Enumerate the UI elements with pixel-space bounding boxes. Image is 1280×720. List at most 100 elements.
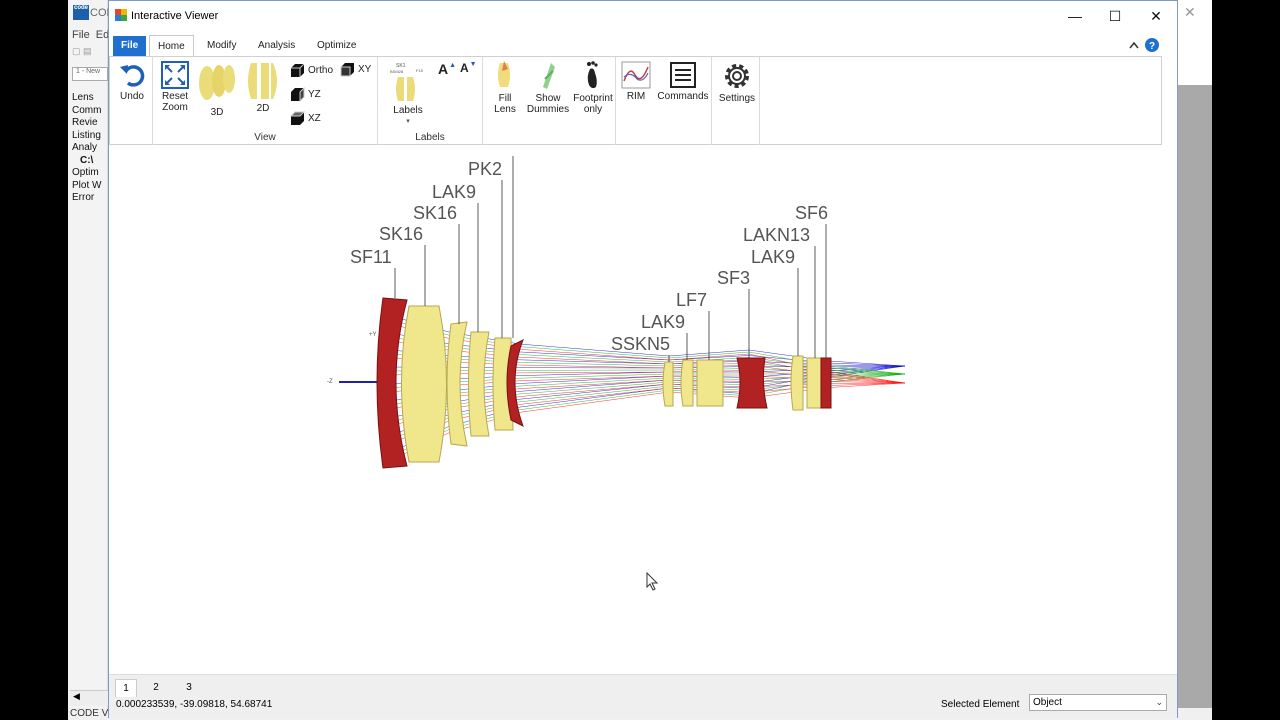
lens-2d-icon: [248, 63, 277, 99]
undo-icon: [120, 65, 145, 87]
labels-group: SK1 BSM28 F15 Labels ▾ A ▲ A ▼ Labels: [378, 57, 483, 145]
view-3d-button[interactable]: 3D: [195, 61, 239, 118]
lens-element-lak9-3[interactable]: [790, 355, 804, 411]
tree-item[interactable]: Analy: [72, 142, 101, 155]
yz-button[interactable]: YZ: [290, 87, 321, 102]
show-dummies-label-1: Show: [535, 93, 561, 104]
cube-ortho-icon: [291, 63, 305, 77]
background-tree: Lens Comm Revie Listing Analy C:\ Optim …: [72, 92, 101, 205]
selected-element-value: Object: [1033, 697, 1062, 708]
help-icon[interactable]: ?: [1145, 38, 1159, 52]
selected-element-select[interactable]: Object ⌄: [1029, 694, 1167, 711]
title-bar[interactable]: Interactive Viewer — ☐ ✕: [109, 1, 1177, 31]
svg-text:?: ?: [1149, 41, 1155, 52]
app-icon: [115, 9, 127, 21]
cube-xz-icon: [290, 111, 305, 125]
mouse-cursor-icon: [646, 572, 659, 591]
lens-element-sskn5[interactable]: [662, 361, 674, 407]
undo-button[interactable]: Undo: [115, 61, 149, 102]
lens-element-sf6[interactable]: [820, 357, 832, 409]
show-dummies-button[interactable]: Show Dummies: [523, 59, 573, 115]
rim-plot-icon: [621, 61, 651, 89]
tab-analysis[interactable]: Analysis: [250, 35, 303, 57]
xy-label: XY: [358, 64, 372, 75]
lens-element-sk16-1[interactable]: [401, 305, 447, 463]
tab-modify[interactable]: Modify: [199, 35, 244, 57]
svg-text:BSM28: BSM28: [390, 69, 404, 74]
collapse-ribbon-icon[interactable]: [1129, 41, 1139, 49]
footprint-label-1: Footprint: [573, 93, 613, 104]
view-tab-1[interactable]: 1: [115, 679, 137, 697]
y-axis-label: +Y: [369, 332, 377, 338]
tab-file[interactable]: File: [113, 36, 147, 56]
tools-group: RIM Commands: [616, 57, 712, 145]
labels-group-label: Labels: [415, 132, 445, 143]
ribbon-tabs: File Home Modify Analysis Optimize ?: [109, 31, 1177, 57]
lens-element-lak9[interactable]: [468, 331, 490, 437]
up-arrow-icon: ▲: [449, 61, 457, 69]
rim-button[interactable]: RIM: [618, 61, 654, 102]
lens-material-label: SK16: [413, 203, 457, 223]
labels-label: Labels: [393, 105, 423, 116]
fill-lens-label-2: Lens: [494, 104, 516, 115]
settings-label: Settings: [718, 93, 756, 104]
lens-material-label: SK16: [379, 224, 423, 244]
code-v-logo: code: [73, 5, 89, 20]
display-group: Fill Lens Show Dummies Footprint only: [483, 57, 616, 145]
background-toolbar: ▢ ▤: [72, 46, 92, 56]
selected-element-label: Selected Element: [941, 699, 1020, 710]
minimize-button[interactable]: —: [1054, 5, 1096, 27]
font-size-increase-button[interactable]: A ▲: [438, 61, 456, 77]
view-tab-3[interactable]: 3: [178, 679, 200, 697]
tree-item[interactable]: C:\: [72, 155, 101, 168]
reset-zoom-button[interactable]: Reset Zoom: [155, 61, 195, 113]
xz-button[interactable]: XZ: [290, 111, 321, 126]
tree-item[interactable]: Comm: [72, 105, 101, 118]
footprint-only-button[interactable]: Footprint only: [571, 59, 615, 115]
font-size-decrease-button[interactable]: A ▼: [460, 61, 477, 76]
tree-item[interactable]: Lens: [72, 92, 101, 105]
background-close-icon[interactable]: ✕: [1184, 4, 1196, 21]
footprint-icon: [587, 61, 598, 89]
view-tab-2[interactable]: 2: [145, 679, 167, 697]
lens-layout-drawing[interactable]: -Z +Y SF11SK16SK16LAK9PK2SSKN5LAK9LF7SF3…: [109, 146, 1177, 674]
bottom-bar: 1 2 3 0.000233539, -39.09818, 54.68741 S…: [109, 674, 1177, 718]
close-button[interactable]: ✕: [1135, 5, 1177, 27]
lens-element-lf7[interactable]: [696, 359, 724, 407]
commands-button[interactable]: Commands: [656, 61, 710, 102]
undo-group: Undo: [110, 57, 153, 145]
tree-item[interactable]: Revie: [72, 117, 101, 130]
font-decrease-label: A: [460, 61, 469, 75]
fill-lens-button[interactable]: Fill Lens: [485, 59, 525, 115]
z-axis-label: -Z: [327, 379, 333, 385]
lens-material-label: SF6: [795, 203, 828, 223]
bg-menu-file[interactable]: File: [72, 29, 90, 41]
show-dummies-icon: [543, 63, 555, 89]
tab-home[interactable]: Home: [149, 35, 194, 57]
tree-item[interactable]: Listing: [72, 130, 101, 143]
tree-item[interactable]: Optim: [72, 167, 101, 180]
background-app-gray-area: [1178, 85, 1212, 720]
view-2d-button[interactable]: 2D: [243, 61, 283, 114]
maximize-button[interactable]: ☐: [1094, 5, 1136, 27]
lens-material-label: SF11: [350, 247, 392, 267]
ortho-button[interactable]: Ortho: [290, 63, 333, 78]
tree-item[interactable]: Error: [72, 192, 101, 205]
lens-element-sf3[interactable]: [736, 357, 768, 409]
lens-element-lak9-2[interactable]: [680, 359, 694, 407]
settings-group: Settings: [712, 57, 760, 145]
labels-icon: SK1BSM28 F15: [390, 63, 424, 101]
tree-item[interactable]: Plot W: [72, 180, 101, 193]
background-dropdown[interactable]: 1 - New: [72, 67, 108, 81]
background-scroll-left[interactable]: ◀: [70, 690, 108, 706]
xy-button[interactable]: XY: [340, 62, 371, 77]
tab-optimize[interactable]: Optimize: [309, 35, 364, 57]
settings-button[interactable]: Settings: [716, 61, 758, 104]
ribbon: Undo Reset Zoom 3D 2D Ortho XY YZ XZ Vie…: [109, 56, 1162, 145]
ortho-label: Ortho: [308, 65, 334, 76]
labels-button[interactable]: SK1 BSM28 F15 Labels ▾: [386, 59, 430, 127]
reset-zoom-icon: [161, 61, 189, 89]
lens-element-pk2-flint[interactable]: [506, 338, 524, 428]
lens-view-canvas[interactable]: -Z +Y SF11 SK16 SK16 LAK9 PK2 SSKN5 LAK9 LF7 SF3…: [109, 146, 1177, 674]
interactive-viewer-window: Interactive Viewer — ☐ ✕ File Home Modif…: [108, 0, 1178, 718]
